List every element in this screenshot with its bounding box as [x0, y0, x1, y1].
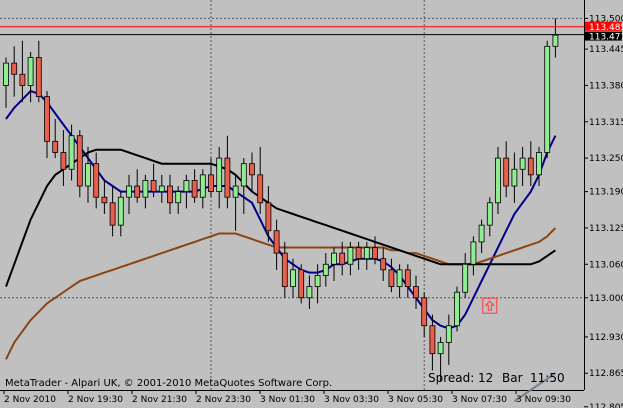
time-tick-label: 3 Nov 01:30	[260, 395, 315, 405]
bullish-candle	[544, 45, 551, 153]
price-tick-label: 113.315	[589, 118, 623, 128]
watermark-text: MetaTrader - Alpari UK, © 2001-2010 Meta…	[5, 378, 332, 389]
bearish-candle	[44, 96, 50, 142]
ask-price-label: 113.485	[589, 23, 623, 33]
price-tick-label: 112.805	[589, 403, 623, 408]
price-tick-label: 113.000	[589, 294, 623, 304]
bearish-candle	[249, 163, 255, 176]
bearish-candle	[19, 73, 26, 86]
bullish-candle	[117, 196, 124, 226]
bearish-candle	[527, 157, 534, 176]
bullish-candle	[290, 269, 296, 288]
price-tick-label: 113.445	[589, 45, 623, 55]
spread-label: Spread:	[428, 371, 474, 385]
bearish-candle	[109, 202, 116, 226]
bullish-candle	[3, 62, 9, 86]
bullish-candle	[142, 180, 149, 198]
price-tick-label: 112.930	[589, 333, 623, 343]
spread-value: 12	[478, 371, 493, 385]
bullish-candle	[437, 342, 444, 355]
bearish-candle	[224, 157, 231, 198]
bearish-candle	[281, 252, 288, 288]
bullish-candle	[363, 247, 370, 260]
bearish-candle	[355, 247, 362, 260]
bullish-candle	[486, 202, 493, 226]
bullish-candle	[462, 263, 469, 293]
bullish-candle	[454, 291, 460, 327]
bullish-candle	[27, 57, 34, 86]
price-tick-label: 113.250	[589, 154, 623, 164]
bullish-candle	[175, 191, 182, 204]
time-tick-label: 3 Nov 07:30	[452, 395, 507, 405]
bearish-candle	[380, 258, 387, 271]
bearish-candle	[191, 180, 198, 198]
bearish-candle	[52, 140, 59, 153]
bullish-candle	[445, 325, 452, 343]
bearish-candle	[93, 163, 100, 198]
bearish-candle	[134, 185, 141, 198]
price-tick-label: 113.190	[589, 188, 623, 198]
bullish-candle	[314, 275, 321, 288]
bearish-candle	[372, 247, 378, 260]
bullish-candle	[126, 185, 132, 198]
bearish-candle	[265, 202, 272, 232]
bearish-candle	[388, 269, 395, 288]
bullish-candle	[183, 180, 190, 193]
bearish-candle	[421, 297, 428, 327]
bullish-candle	[306, 286, 313, 299]
bullish-candle	[240, 163, 247, 187]
bullish-candle	[511, 168, 518, 187]
time-tick-label: 2 Nov 19:30	[68, 395, 123, 405]
time-tick-label: 3 Nov 09:30	[516, 395, 571, 405]
bearish-candle	[60, 152, 67, 170]
bullish-candle	[519, 157, 526, 170]
bearish-candle	[35, 57, 42, 98]
bullish-candle	[68, 135, 75, 170]
time-tick-label: 2 Nov 23:30	[196, 395, 251, 405]
bullish-candle	[536, 152, 542, 176]
bearish-candle	[404, 269, 411, 288]
bearish-candle	[429, 325, 436, 355]
bullish-candle	[478, 224, 485, 243]
bar-timer: 11:50	[530, 371, 565, 385]
bar-label: Bar	[502, 371, 523, 385]
bearish-candle	[167, 185, 173, 204]
price-tick-label: 113.125	[589, 224, 623, 234]
price-tick-label: 113.380	[589, 81, 623, 91]
time-tick-label: 3 Nov 05:30	[388, 395, 443, 405]
time-tick-label: 2 Nov 2010	[4, 395, 56, 405]
bearish-candle	[150, 180, 157, 193]
bullish-candle	[470, 241, 477, 265]
bullish-candle	[552, 34, 559, 47]
bearish-candle	[101, 196, 108, 204]
bullish-candle	[85, 163, 91, 187]
bullish-candle	[216, 157, 223, 193]
bullish-candle	[158, 185, 165, 193]
bullish-candle	[331, 252, 337, 265]
bullish-candle	[232, 185, 239, 198]
time-tick-label: 3 Nov 03:30	[324, 395, 379, 405]
bullish-candle	[495, 157, 501, 204]
bearish-candle	[208, 174, 214, 193]
bullish-candle	[347, 247, 354, 265]
price-chart[interactable]: 113.500113.445113.380113.315113.250113.1…	[0, 0, 623, 408]
bearish-candle	[413, 286, 419, 299]
chart-background	[0, 0, 623, 408]
bearish-candle	[11, 62, 18, 75]
bearish-candle	[503, 157, 510, 187]
bid-price-label: 113.471	[589, 33, 623, 43]
bullish-candle	[199, 174, 206, 198]
price-tick-label: 112.865	[589, 369, 623, 379]
bearish-candle	[273, 230, 280, 254]
time-tick-label: 2 Nov 21:30	[132, 395, 187, 405]
bullish-candle	[322, 263, 329, 276]
bearish-candle	[339, 252, 346, 265]
price-tick-label: 113.060	[589, 260, 623, 270]
bearish-candle	[257, 174, 264, 204]
bearish-candle	[76, 135, 83, 187]
bearish-candle	[298, 269, 305, 299]
bullish-candle	[396, 269, 403, 288]
